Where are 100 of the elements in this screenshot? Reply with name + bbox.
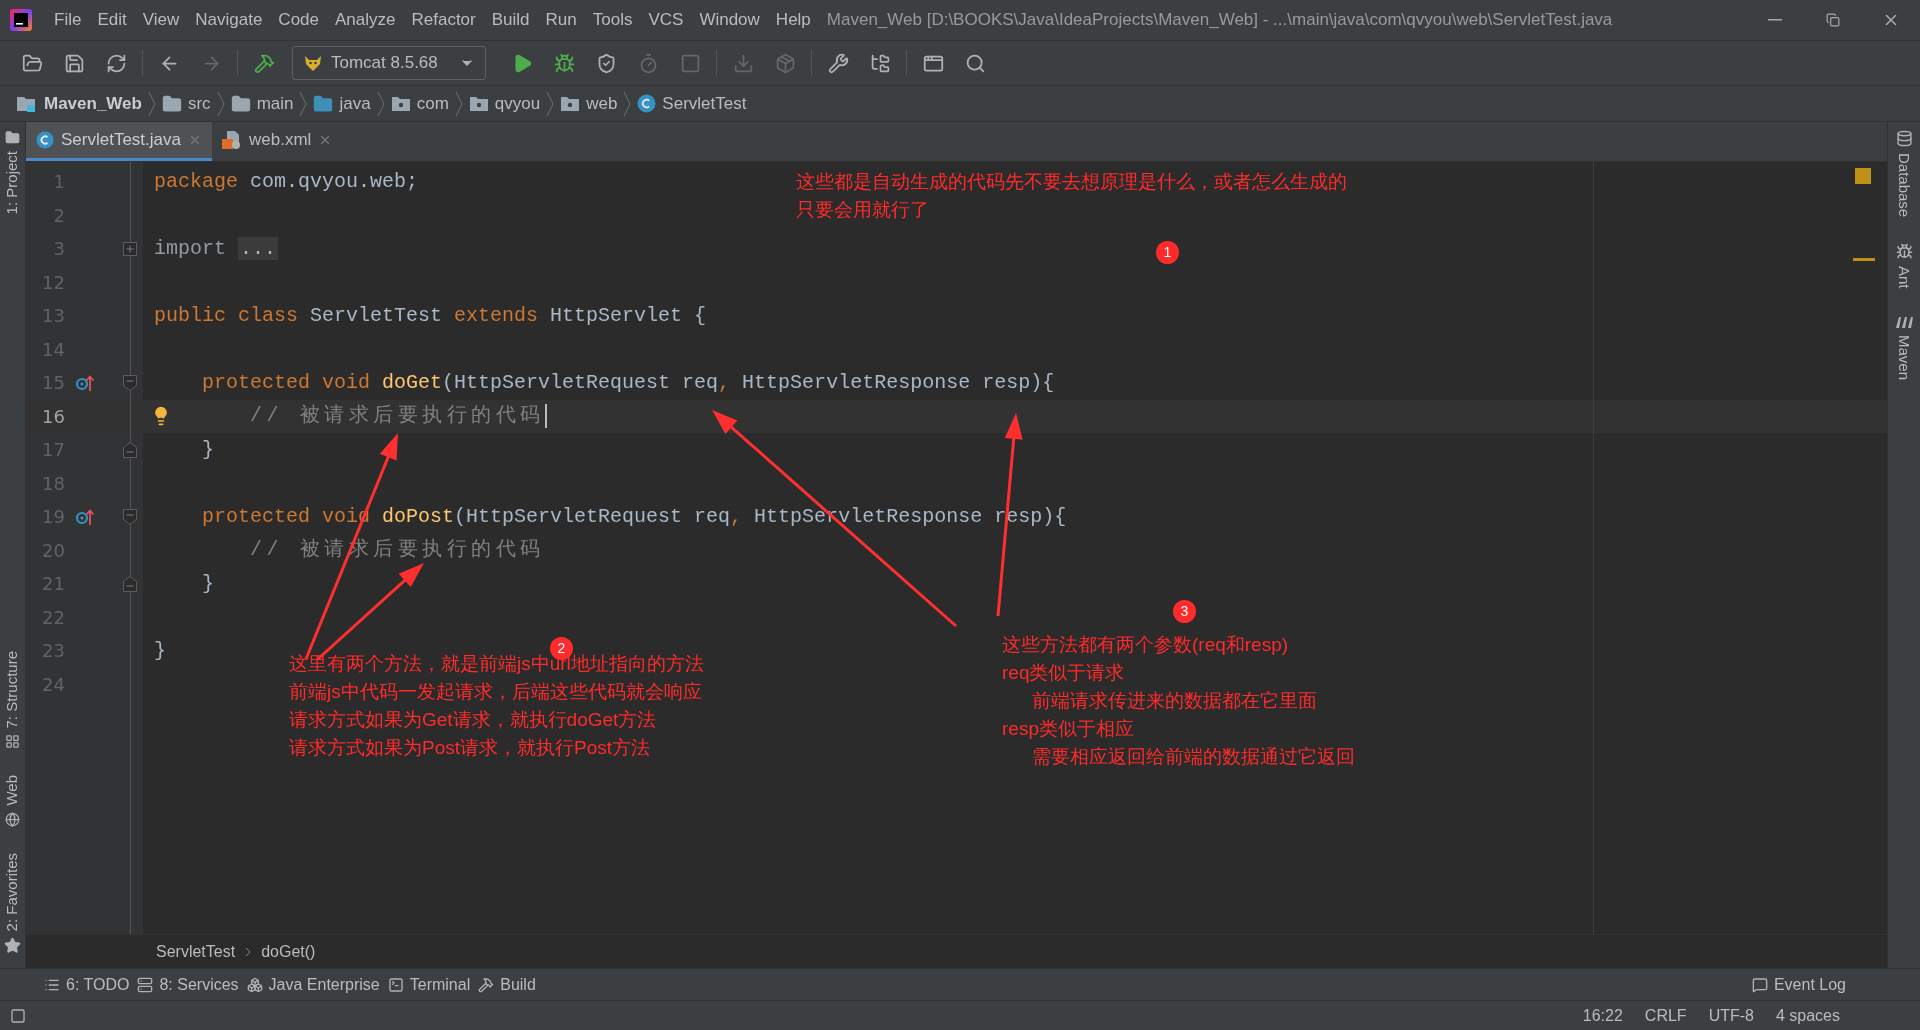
- fold-marker[interactable]: [123, 508, 137, 525]
- layout-icon[interactable]: [10, 1007, 26, 1024]
- code-line: import ...: [154, 235, 279, 262]
- cat-icon: [303, 54, 323, 72]
- editor-tab[interactable]: web.xml: [212, 122, 343, 161]
- hammer-icon: [478, 976, 495, 993]
- folder-icon: [313, 93, 334, 114]
- class-icon: [637, 94, 657, 113]
- module-icon: [16, 94, 38, 113]
- window-title: Maven_Web [D:\BOOKS\Java\IdeaProjects\Maven_Web] - ...\main\java\com\qvyou\web\ServletTest.java: [826, 9, 1613, 32]
- tool-window-button[interactable]: Java Enterprise: [246, 972, 380, 997]
- tool-window-button[interactable]: Build: [478, 972, 536, 997]
- maven-icon: [1894, 314, 1914, 329]
- wrench-icon: [827, 52, 849, 74]
- breadcrumb-item[interactable]: java: [339, 90, 371, 117]
- scroll-marker[interactable]: [1853, 258, 1875, 261]
- database-icon: [1895, 130, 1913, 147]
- tool-window-button[interactable]: 8: Services: [137, 972, 239, 997]
- fold-marker[interactable]: [123, 575, 137, 592]
- terminal-icon: [387, 976, 404, 993]
- package-icon: [774, 52, 796, 74]
- fold-marker[interactable]: [123, 441, 137, 458]
- stop-icon: [679, 52, 701, 74]
- folder-icon: [230, 93, 251, 114]
- bug-icon: [553, 52, 575, 74]
- code-line: }: [202, 436, 214, 463]
- menu-item[interactable]: Refactor: [403, 7, 484, 33]
- breadcrumb-item[interactable]: Maven_Web: [44, 90, 142, 117]
- annotation-text: 前端js中代码一发起请求，后端这些代码就会响应: [289, 680, 703, 704]
- tool-window-tab[interactable]: Maven: [1892, 334, 1916, 380]
- status-item[interactable]: CRLF: [1644, 1003, 1687, 1028]
- code-line: // 被请求后要执行的代码: [250, 403, 545, 430]
- menu-item[interactable]: Help: [767, 7, 819, 33]
- folder-tree-icon: [869, 52, 891, 74]
- chevron-icon: [146, 90, 157, 117]
- annotation-text: 需要相应返回给前端的数据通过它返回: [1031, 745, 1355, 769]
- tool-window-tab[interactable]: 2: Favorites: [1, 852, 24, 931]
- speech-bubble-icon: [1751, 976, 1768, 993]
- breadcrumb-item[interactable]: ServletTest: [156, 939, 236, 964]
- chevron-icon: [298, 90, 309, 117]
- run-config-dropdown[interactable]: Tomcat 8.5.68: [292, 46, 486, 80]
- tool-window-tab[interactable]: Web: [1, 775, 24, 806]
- breadcrumb-item[interactable]: doGet(): [261, 939, 316, 964]
- save-icon: [63, 52, 85, 74]
- annotation-text: 只要会用就行了: [796, 198, 930, 222]
- editor-tab[interactable]: ServletTest.java: [26, 122, 212, 161]
- menu-item[interactable]: Code: [270, 7, 327, 33]
- menu-item[interactable]: Build: [483, 7, 538, 33]
- restore-icon: [1826, 13, 1840, 27]
- services-icon: [137, 976, 154, 993]
- code-line: public class ServletTest extends HttpServlet {: [154, 302, 707, 329]
- menu-item[interactable]: Tools: [584, 7, 641, 33]
- menu-item[interactable]: VCS: [640, 7, 692, 33]
- fold-marker[interactable]: [123, 241, 137, 256]
- open-icon: [21, 52, 43, 74]
- package-icon: [468, 94, 489, 113]
- breadcrumb-item[interactable]: web: [586, 90, 618, 117]
- tool-window-tab[interactable]: Database: [1892, 153, 1916, 218]
- status-item[interactable]: 4 spaces: [1775, 1003, 1840, 1028]
- breadcrumb-item[interactable]: qvyou: [494, 90, 541, 117]
- fold-marker[interactable]: [123, 374, 137, 391]
- code-line: }: [154, 637, 166, 664]
- chevron-icon: [545, 90, 556, 117]
- tool-window-button[interactable]: 6: TODO: [44, 972, 130, 997]
- bug-icon: [1895, 243, 1913, 261]
- class-icon: [36, 131, 54, 149]
- annotation-text: resp类似于相应: [1002, 717, 1135, 741]
- menu-item[interactable]: Window: [691, 7, 768, 33]
- menu-item[interactable]: File: [46, 7, 90, 33]
- annotation-text: 前端请求传进来的数据都在它里面: [1031, 689, 1318, 713]
- download-icon: [732, 52, 754, 74]
- tool-window-button[interactable]: Terminal: [387, 972, 471, 997]
- breadcrumb-item[interactable]: com: [416, 90, 449, 117]
- status-item[interactable]: UTF-8: [1708, 1003, 1754, 1028]
- warning-marker[interactable]: [1855, 168, 1871, 184]
- sync-icon: [105, 52, 127, 74]
- chevron-icon: [375, 90, 386, 117]
- tool-window-tab[interactable]: Ant: [1892, 266, 1916, 289]
- breadcrumb-item[interactable]: main: [256, 90, 294, 117]
- globe-icon: [5, 811, 20, 827]
- chevron-icon: [245, 946, 252, 957]
- structure-icon: [5, 734, 20, 750]
- menu-item[interactable]: Analyze: [327, 7, 404, 33]
- chevron-icon: [215, 90, 226, 117]
- close-icon[interactable]: [188, 133, 202, 147]
- menu-item[interactable]: View: [134, 7, 188, 33]
- menu-item[interactable]: Run: [537, 7, 585, 33]
- menu-item[interactable]: Edit: [89, 7, 135, 33]
- breadcrumb-item[interactable]: src: [187, 90, 211, 117]
- code-line: }: [202, 570, 214, 597]
- tool-window-tab[interactable]: 7: Structure: [1, 650, 24, 729]
- breadcrumb-item[interactable]: ServletTest: [662, 90, 747, 117]
- search-icon: [964, 52, 986, 74]
- app-logo-icon: [10, 9, 32, 31]
- event-log-button[interactable]: Event Log: [1751, 972, 1846, 997]
- star-icon: [4, 937, 21, 954]
- menu-item[interactable]: Navigate: [187, 7, 271, 33]
- status-item[interactable]: 16:22: [1582, 1003, 1623, 1028]
- tool-window-tab[interactable]: 1: Project: [1, 151, 24, 215]
- annotation-text: req类似于请求: [1002, 661, 1126, 685]
